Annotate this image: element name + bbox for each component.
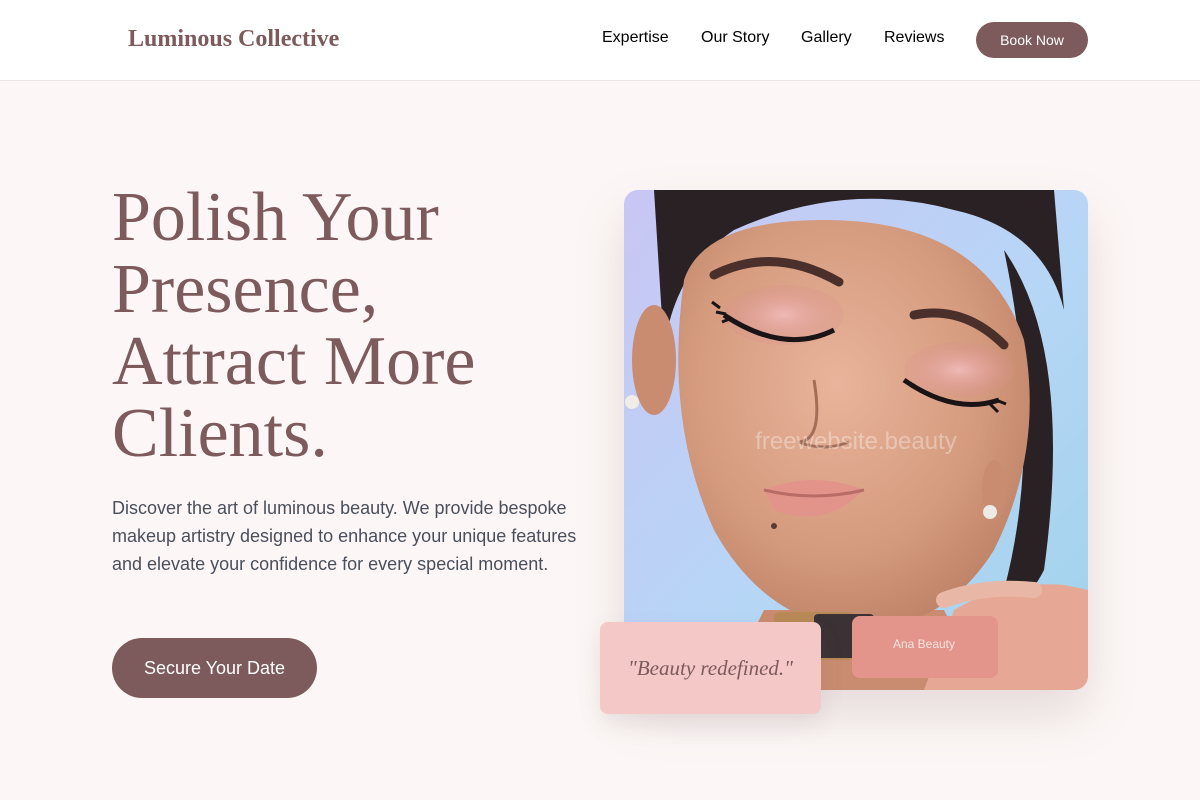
quote-card: "Beauty redefined." [600,622,821,714]
site-logo[interactable]: Luminous Collective [128,26,339,53]
watermark-text: freewebsite.beauty [755,428,957,455]
hero-title: Polish Your Presence, Attract More Clien… [112,182,572,470]
lipstick-label: Ana Beauty [893,637,955,651]
site-header: Luminous Collective Expertise Our Story … [0,0,1200,81]
book-now-button[interactable]: Book Now [976,22,1088,58]
nav-link-gallery[interactable]: Gallery [801,29,852,47]
hero-title-line: Attract More [112,323,476,400]
hero-description: Discover the art of luminous beauty. We … [112,498,577,574]
secure-date-button[interactable]: Secure Your Date [112,638,317,698]
hero-photo: Ana Beauty freewebsite.beauty [624,190,1088,690]
hero-title-line: Presence, [112,251,379,328]
hero-title-line: Clients. [112,395,328,472]
nav-link-our-story[interactable]: Our Story [701,29,769,47]
hero-title-line: Polish Your [112,179,439,256]
nav-link-expertise[interactable]: Expertise [602,29,669,47]
nav-link-reviews[interactable]: Reviews [884,29,944,47]
